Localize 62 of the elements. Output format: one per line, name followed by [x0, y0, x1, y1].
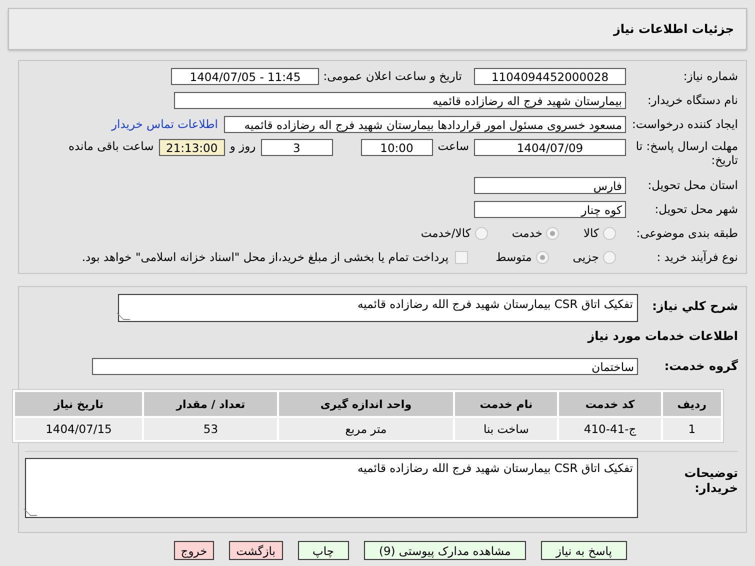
column-header: تعداد / مقدار: [144, 392, 277, 416]
field-label: نوع فرآیند خرید :: [656, 250, 738, 264]
field-label: مهلت ارسال پاسخ: تا تاریخ:: [634, 139, 738, 167]
field-label: طبقه بندی موضوعی:: [635, 226, 738, 240]
city-field: کوه چنار: [474, 200, 626, 218]
field-label: شرح کلي نياز:: [651, 299, 738, 313]
table-cell: 53: [144, 418, 277, 440]
radio-button[interactable]: [536, 250, 549, 264]
action-button[interactable]: چاپ: [298, 541, 349, 560]
remaining-time-field: 21:13:00: [158, 139, 225, 156]
radio-label: خدمت: [512, 226, 542, 240]
deadline-time-field: 10:00: [360, 139, 433, 156]
checkbox-label: پرداخت تمام یا بخشی از مبلغ خرید،از محل "اسناد خزانه اسلامی" خواهد بود.: [82, 250, 449, 264]
resize-grip-icon: [116, 313, 130, 320]
page-title: جزئیات اطلاعات نیاز: [613, 22, 734, 36]
action-button[interactable]: خروج: [174, 541, 214, 560]
days-label: روز و: [230, 139, 256, 153]
buyer-notes-field: تفکیک اتاق CSR بیمارستان شهید فرج الله رضازاده قائمیه: [25, 458, 638, 518]
deadline-date-field: 1404/07/09: [474, 139, 626, 156]
radio-button[interactable]: [546, 226, 560, 240]
action-button[interactable]: بازگشت: [229, 541, 282, 560]
table-cell: ج-41-410: [559, 418, 661, 440]
field-label: گروه خدمت:: [663, 359, 738, 373]
service-group-field: ساختمان: [92, 358, 638, 374]
radio-button[interactable]: [603, 226, 616, 240]
resize-grip-icon: [24, 509, 38, 516]
requester-field: مسعود خسروی مسئول امور قراردادها بیمارستان شهید فرج اله رضازاده قائمیه: [224, 116, 626, 132]
need-number-field: 1104094452000028: [474, 68, 626, 84]
radio-button[interactable]: [603, 250, 616, 264]
field-label: توضیحات خریدار:: [683, 465, 738, 496]
days-field: 3: [260, 139, 333, 156]
radio-label: متوسط: [496, 250, 532, 264]
province-field: فارس: [474, 176, 626, 194]
field-label: تاریخ و ساعت اعلان عمومی:: [323, 69, 462, 83]
field-label: نام دستگاه خریدار:: [646, 93, 738, 107]
column-header: کد خدمت: [559, 392, 661, 416]
radio-label: کالا/خدمت: [420, 226, 471, 240]
description-field: تفکیک اتاق CSR بیمارستان شهید فرج الله رضازاده قائمیه: [118, 294, 638, 322]
checkbox[interactable]: [454, 250, 468, 264]
field-label: ایجاد کننده درخواست:: [631, 117, 738, 131]
column-header: واحد اندازه گیری: [278, 392, 453, 416]
field-label: شهر محل تحویل:: [654, 202, 738, 216]
field-label: استان محل تحویل:: [646, 178, 738, 192]
section-title: اطلاعات خدمات مورد نیاز: [588, 329, 738, 343]
table-cell: ساخت بنا: [454, 418, 558, 440]
action-button[interactable]: مشاهده مدارک پیوستی (9): [364, 541, 526, 560]
column-header: نام خدمت: [454, 392, 558, 416]
remaining-label: ساعت باقی مانده: [68, 139, 154, 153]
contact-link[interactable]: اطلاعات تماس خریدار: [111, 117, 218, 131]
announce-date-field: 1404/07/05 - 11:45: [171, 68, 320, 84]
radio-button[interactable]: [474, 226, 488, 240]
action-button[interactable]: پاسخ به نیاز: [540, 541, 627, 560]
table-cell: متر مربع: [278, 418, 453, 440]
radio-label: کالا: [583, 226, 599, 240]
column-header: ردیف: [662, 392, 721, 416]
radio-label: جزیی: [572, 250, 599, 264]
column-header: تاریخ نیاز: [15, 392, 142, 416]
table-cell: 1: [662, 418, 721, 440]
table-cell: 1404/07/15: [15, 418, 142, 440]
field-label: شماره نیاز:: [682, 69, 738, 83]
buyer-name-field: بیمارستان شهید فرج اله رضازاده قائمیه: [174, 92, 626, 108]
time-label: ساعت: [438, 139, 469, 153]
